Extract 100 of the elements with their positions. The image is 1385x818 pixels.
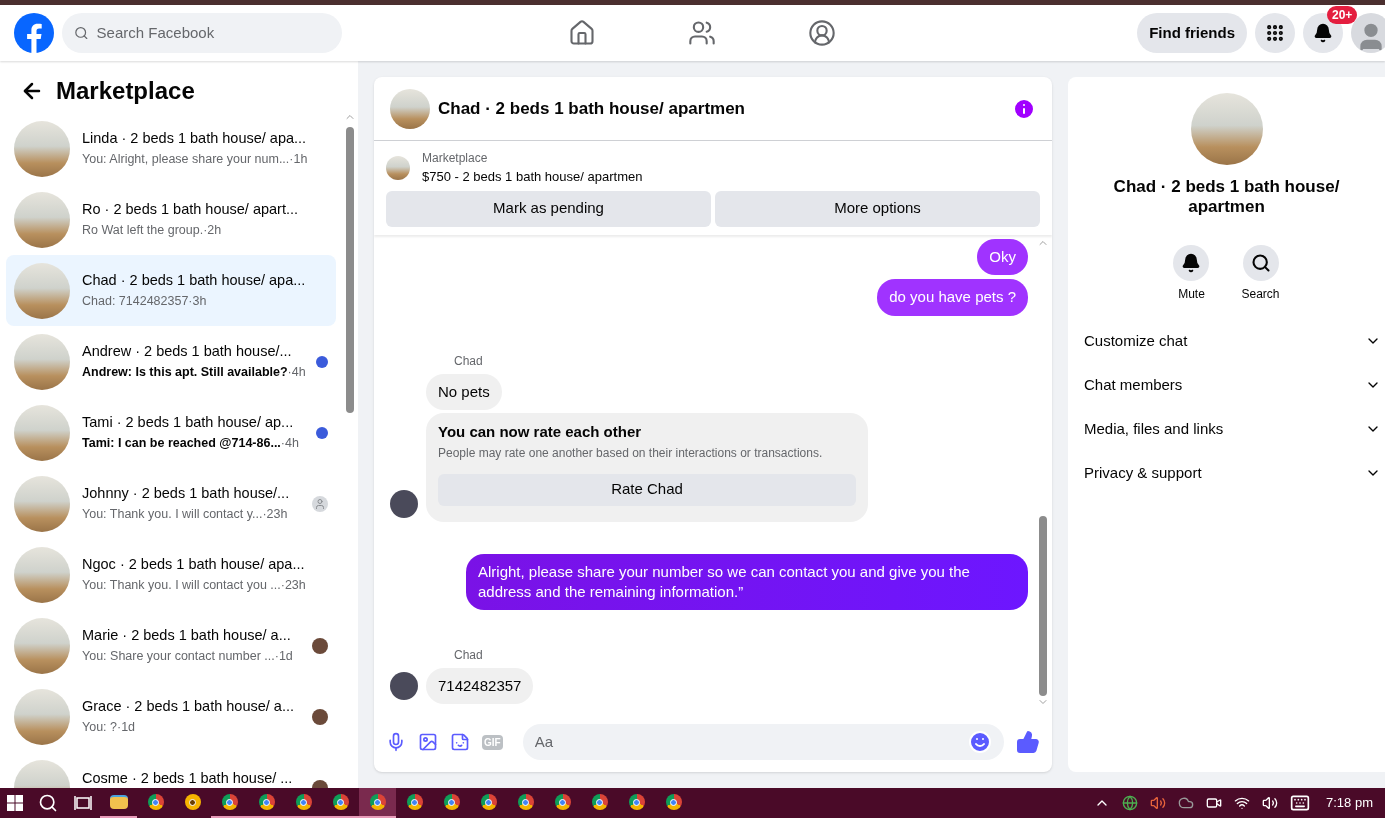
details-section-row[interactable]: Privacy & support — [1068, 451, 1385, 495]
microphone-icon[interactable] — [386, 732, 406, 752]
camera-icon[interactable] — [1206, 795, 1222, 811]
conversation-item[interactable]: Marie · 2 beds 1 bath house/ a... You: Share your contact number ...·1d — [6, 610, 336, 681]
message-time: ·1h — [289, 151, 308, 168]
message-preview: Chad: 7142482357 — [82, 293, 189, 310]
message-preview: You: ? — [82, 719, 117, 736]
browser-icon — [554, 794, 571, 810]
conversation-title: Tami · 2 beds 1 bath house/ ap... — [82, 413, 295, 433]
search-icon[interactable] — [38, 793, 58, 813]
people-icon — [688, 19, 716, 47]
message-time: ·1d — [117, 719, 136, 736]
photo-placeholder — [390, 88, 430, 129]
message-bubble: do you have pets ? — [877, 279, 1028, 316]
search-bar[interactable]: Search Facebook — [62, 13, 342, 53]
grid-icon — [1265, 23, 1285, 43]
bell-icon — [1181, 253, 1202, 273]
browser-icon — [406, 794, 423, 810]
conversation-title: Andrew · 2 beds 1 bath house/... — [82, 342, 293, 362]
conversation-item[interactable]: Tami · 2 beds 1 bath house/ ap... Tami: I can be reached @714-86...·4h — [6, 397, 336, 468]
find-friends-button[interactable]: Find friends — [1137, 13, 1247, 53]
sender-name: Chad — [454, 646, 484, 664]
message-composer[interactable]: Aa — [522, 724, 1004, 760]
search-field[interactable]: Search Facebook — [96, 21, 330, 45]
conversation-item[interactable]: Grace · 2 beds 1 bath house/ a... You: ?·1d — [6, 681, 336, 752]
browser-icon — [295, 794, 312, 810]
browser-icon — [443, 794, 460, 810]
conversation-title: Linda · 2 beds 1 bath house/ apa... — [82, 129, 308, 149]
conversation-item[interactable]: Ro · 2 beds 1 bath house/ apart... Ro Wat left the group.·2h — [6, 184, 336, 255]
browser-icon — [480, 794, 497, 810]
globe-icon[interactable] — [1122, 795, 1138, 811]
browser-icon — [369, 794, 386, 810]
conversation-title: Cosme · 2 beds 1 bath house/ ... — [82, 768, 294, 788]
rate-button[interactable]: Rate Chad — [438, 473, 856, 506]
browser-icon — [665, 794, 682, 810]
message-input[interactable]: Aa — [534, 730, 968, 754]
message-preview: Ro Wat left the group. — [82, 222, 204, 239]
image-icon[interactable] — [418, 732, 438, 752]
conversation-title: Ngoc · 2 beds 1 bath house/ apa... — [82, 555, 306, 575]
search-icon — [1250, 253, 1271, 273]
folder-icon — [109, 795, 128, 809]
emoji-icon[interactable] — [968, 730, 992, 754]
speaker-icon[interactable] — [1150, 795, 1166, 811]
details-section-row[interactable]: Customize chat — [1068, 319, 1385, 363]
chat-title: Chad · 2 beds 1 bath house/ apartmen — [438, 97, 745, 120]
sticker-icon[interactable] — [450, 732, 470, 752]
message-time: ·4h — [287, 364, 306, 381]
listing-action-button[interactable]: Mark as pending — [386, 190, 711, 227]
message-time: ·23h — [262, 506, 288, 523]
message-preview: Tami: I can be reached @714-86... — [82, 435, 281, 452]
browser-icon — [258, 794, 275, 810]
details-section-row[interactable]: Media, files and links — [1068, 407, 1385, 451]
conversation-title: Johnny · 2 beds 1 bath house/... — [82, 484, 291, 504]
browser-icon — [628, 794, 645, 810]
thumbs-up-icon[interactable] — [1016, 730, 1040, 754]
message-bubble: Oky — [977, 238, 1028, 275]
message-preview: You: Share your contact number ... — [82, 648, 275, 665]
browser-icon — [147, 794, 164, 810]
conversation-item[interactable]: Ngoc · 2 beds 1 bath house/ apa... You: Thank you. I will contact you ...·23h — [6, 539, 336, 610]
message-preview: You: Alright, please share your num... — [82, 151, 290, 168]
message-preview: You: Thank you. I will contact you ... — [82, 577, 281, 594]
message-time: ·1d — [274, 648, 293, 665]
menu-button[interactable] — [1255, 13, 1295, 53]
sidebar-title: Marketplace — [56, 76, 195, 106]
listing-summary: $750 - 2 beds 1 bath house/ apartmen — [422, 168, 643, 186]
photo-placeholder — [386, 155, 410, 180]
home-icon — [568, 19, 596, 47]
details-title: Chad · 2 beds 1 bath house/ apartmen — [1112, 177, 1341, 217]
notification-badge: 20+ — [1327, 6, 1358, 24]
taskbar-app[interactable] — [359, 788, 396, 818]
wifi-icon[interactable] — [1234, 795, 1250, 811]
avatar — [390, 489, 418, 518]
message-time: ·3h — [188, 293, 207, 310]
browser-icon — [332, 794, 349, 810]
conversation-item[interactable]: Chad · 2 beds 1 bath house/ apa... Chad: 7142482357·3h — [6, 255, 336, 326]
search-icon — [74, 25, 89, 41]
message-time: ·4h — [280, 435, 299, 452]
listing-source: Marketplace — [422, 150, 489, 167]
profile-avatar[interactable] — [1351, 13, 1385, 53]
avatar — [390, 672, 418, 700]
message-bubble: Alright, please share your number so we can contact you and give you the address and the remaining information.” — [466, 553, 1028, 610]
cloud-icon[interactable] — [1178, 795, 1194, 811]
sender-name: Chad — [454, 352, 484, 370]
windows-icon[interactable] — [7, 795, 23, 811]
keyboard-icon[interactable] — [1290, 793, 1310, 813]
task-view-icon[interactable] — [74, 795, 92, 811]
logo-icon[interactable] — [14, 13, 54, 53]
message-bubble: No pets — [426, 373, 502, 410]
browser-icon — [591, 794, 608, 810]
rating-description: People may rate one another based on their interactions or transactions. — [438, 444, 824, 462]
volume-icon[interactable] — [1262, 795, 1278, 811]
listing-action-button[interactable]: More options — [715, 190, 1040, 227]
conversation-title: Grace · 2 beds 1 bath house/ a... — [82, 697, 295, 717]
details-section-row[interactable]: Chat members — [1068, 363, 1385, 407]
conversation-item[interactable]: Linda · 2 beds 1 bath house/ apa... You: Alright, please share your num...·1h — [6, 113, 336, 184]
clock[interactable]: 7:18 pm — [1326, 793, 1373, 813]
message-preview: Andrew: Is this apt. Still available? — [82, 364, 288, 381]
conversation-item[interactable]: Johnny · 2 beds 1 bath house/... You: Thank you. I will contact y...·23h — [6, 468, 336, 539]
message-preview: You: Thank you. I will contact y... — [82, 506, 263, 523]
conversation-item[interactable]: Andrew · 2 beds 1 bath house/... Andrew: Is this apt. Still available?·4h — [6, 326, 336, 397]
